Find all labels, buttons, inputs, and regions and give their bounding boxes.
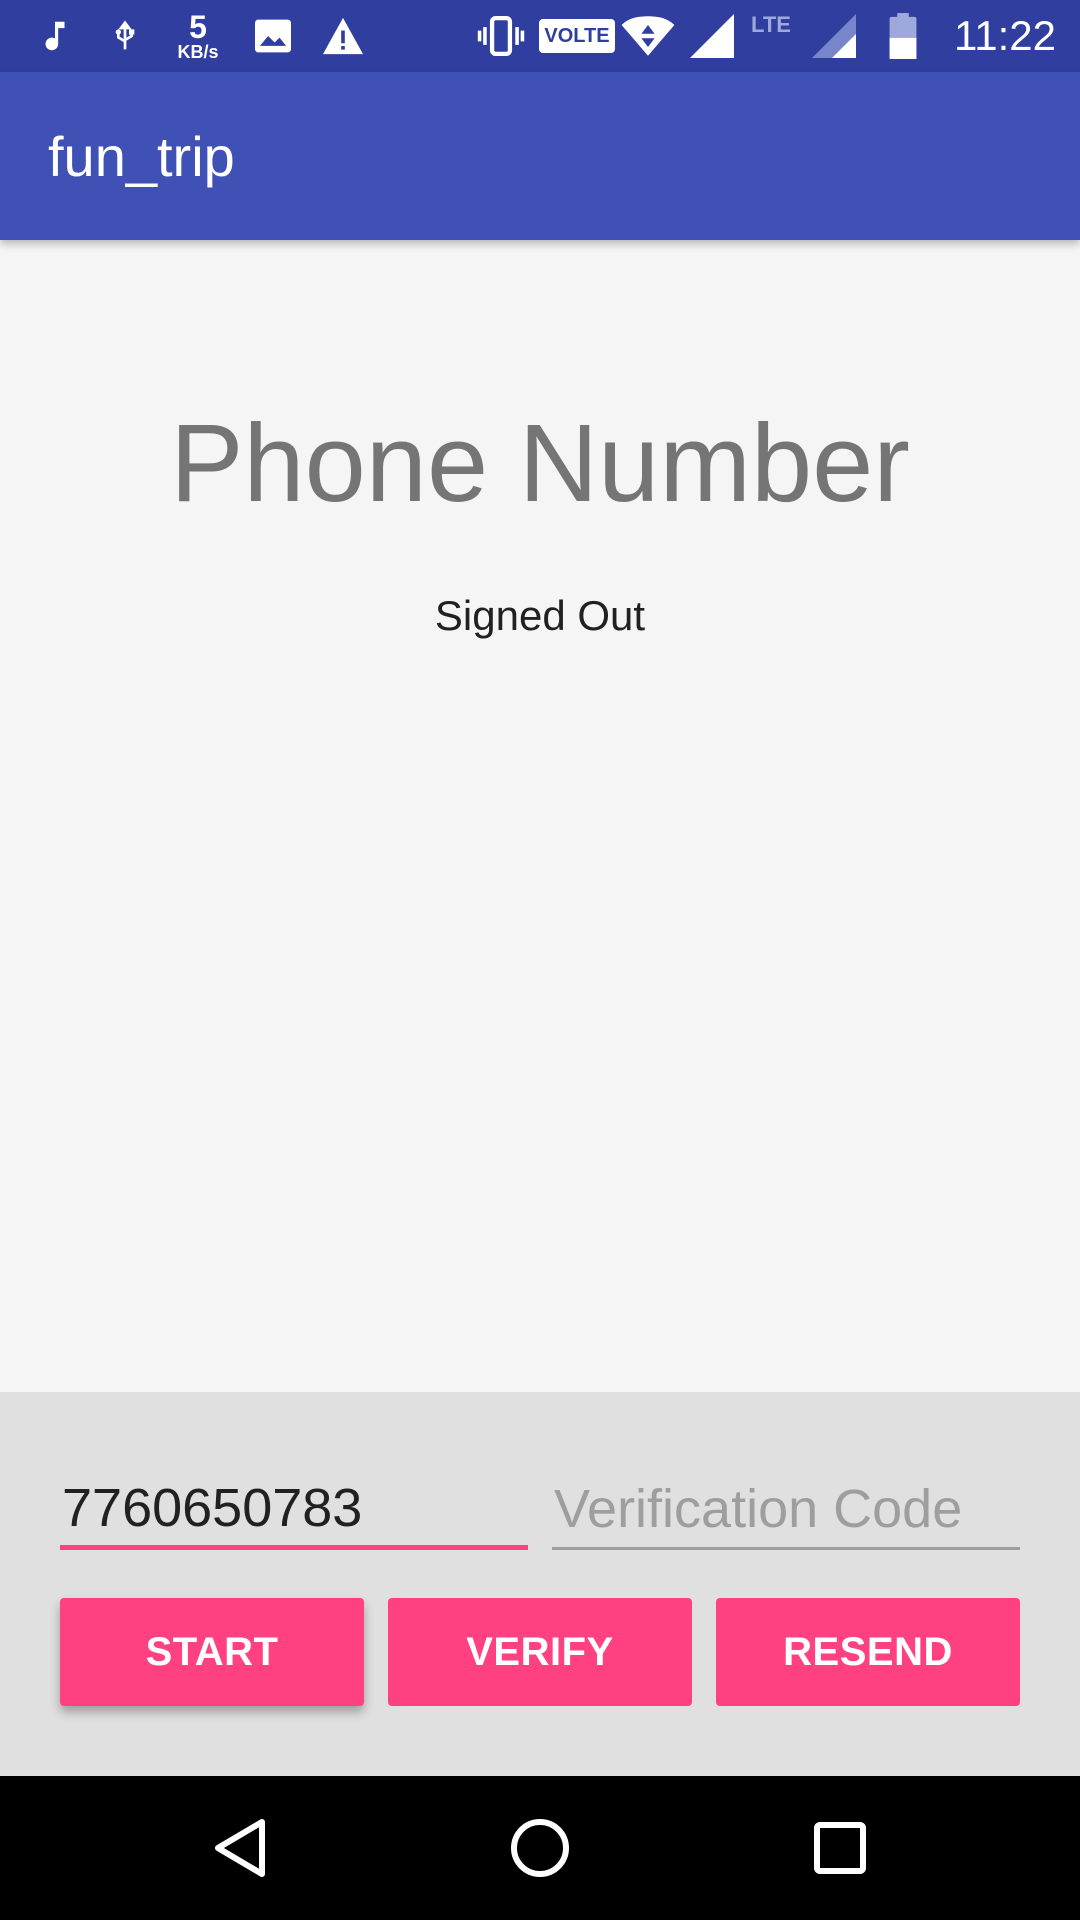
lte-indicator: LTE [744,0,798,72]
signal-icon-2 [808,0,860,72]
verify-button[interactable]: VERIFY [388,1598,692,1706]
main-content: Phone Number Signed Out [0,240,1080,1392]
speed-unit: KB/s [177,42,219,62]
volte-badge: VOLTE [539,0,615,72]
recents-icon[interactable] [760,1776,920,1920]
lte-label: LTE [751,12,791,37]
resend-button[interactable]: RESEND [716,1598,1020,1706]
start-button[interactable]: START [60,1598,364,1706]
navigation-bar [0,1776,1080,1920]
back-icon[interactable] [160,1776,320,1920]
phone-number-field[interactable]: 7760650783 [60,1470,528,1550]
home-icon[interactable] [460,1776,620,1920]
app-bar: fun_trip [0,72,1080,240]
vibrate-icon [474,0,528,72]
volte-label: VOLTE [539,19,615,53]
battery-icon [880,0,926,72]
app-title: fun_trip [48,124,235,188]
bottom-panel: 7760650783 Verification Code START VERIF… [0,1392,1080,1776]
image-icon [248,0,298,72]
speed-value: 5 [189,9,207,45]
music-icon [30,0,80,72]
status-bar: 5 KB/s VOLTE LTE 11:22 [0,0,1080,72]
clock: 11:22 [954,12,1056,59]
usb-icon [100,0,150,72]
verification-code-field[interactable]: Verification Code [552,1470,1020,1550]
page-title: Phone Number [170,402,910,525]
warning-icon [316,0,370,72]
signal-icon [686,0,738,72]
wifi-icon [620,0,676,72]
network-speed: 5 KB/s [168,0,228,72]
sign-in-status: Signed Out [434,592,646,639]
